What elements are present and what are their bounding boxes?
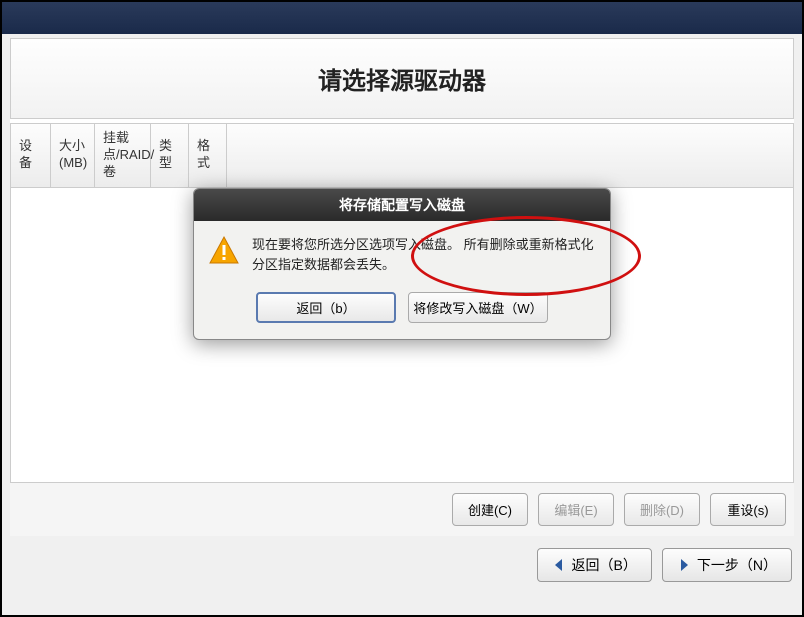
page-title: 请选择源驱动器 xyxy=(11,61,793,96)
write-to-disk-dialog: 将存储配置写入磁盘 现在要将您所选分区选项写入磁盘。 所有删除或重新格式化分区指… xyxy=(193,188,611,340)
page-title-section: 请选择源驱动器 xyxy=(10,38,794,119)
col-format[interactable]: 格式 xyxy=(189,124,227,187)
dialog-back-button[interactable]: 返回（b） xyxy=(256,292,396,323)
table-header-row: 设备 大小(MB) 挂载点/RAID/卷 类型 格式 xyxy=(11,124,793,188)
reset-button[interactable]: 重设(s) xyxy=(710,493,786,526)
dialog-message: 现在要将您所选分区选项写入磁盘。 所有删除或重新格式化分区指定数据都会丢失。 xyxy=(252,235,594,274)
dialog-body: 现在要将您所选分区选项写入磁盘。 所有删除或重新格式化分区指定数据都会丢失。 xyxy=(194,221,610,282)
warning-icon xyxy=(208,235,240,267)
dialog-title: 将存储配置写入磁盘 xyxy=(194,189,610,221)
col-device[interactable]: 设备 xyxy=(11,124,51,187)
arrow-left-icon xyxy=(552,558,566,572)
window-title-bar xyxy=(2,2,802,34)
delete-button: 删除(D) xyxy=(624,493,700,526)
col-type[interactable]: 类型 xyxy=(151,124,189,187)
drive-table: 设备 大小(MB) 挂载点/RAID/卷 类型 格式 将存储配置写入磁盘 现在要… xyxy=(10,123,794,483)
create-button[interactable]: 创建(C) xyxy=(452,493,528,526)
arrow-right-icon xyxy=(677,558,691,572)
wizard-nav: 返回（B） 下一步（N） xyxy=(2,540,802,592)
partition-actions: 创建(C) 编辑(E) 删除(D) 重设(s) xyxy=(10,483,794,536)
col-size[interactable]: 大小(MB) xyxy=(51,124,95,187)
nav-next-button[interactable]: 下一步（N） xyxy=(662,548,792,582)
dialog-button-row: 返回（b） 将修改写入磁盘（W） xyxy=(194,282,610,339)
col-mount[interactable]: 挂载点/RAID/卷 xyxy=(95,124,151,187)
nav-next-label: 下一步（N） xyxy=(697,555,777,575)
edit-button: 编辑(E) xyxy=(538,493,614,526)
main-panel: 请选择源驱动器 设备 大小(MB) 挂载点/RAID/卷 类型 格式 将存储配置… xyxy=(10,38,794,536)
nav-back-label: 返回（B） xyxy=(572,555,637,575)
nav-back-button[interactable]: 返回（B） xyxy=(537,548,652,582)
dialog-write-button[interactable]: 将修改写入磁盘（W） xyxy=(408,292,548,323)
